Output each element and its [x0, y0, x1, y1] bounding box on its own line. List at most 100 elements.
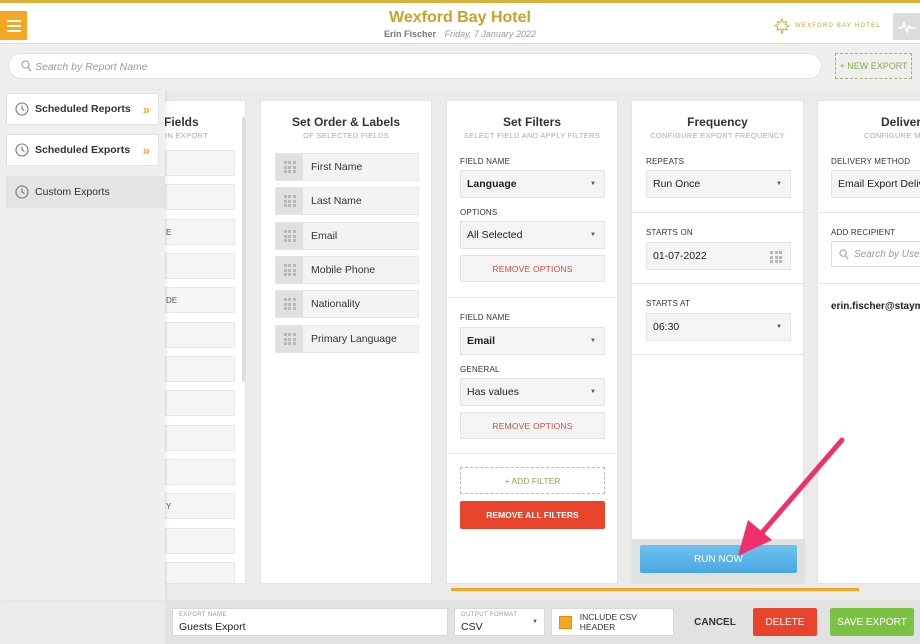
filter-options-label: OPTIONS	[460, 208, 498, 217]
drag-handle-icon[interactable]	[276, 291, 303, 317]
pulse-icon	[897, 20, 916, 33]
field-item[interactable]	[165, 390, 235, 416]
frequency-divider	[632, 283, 803, 284]
order-item[interactable]: Nationality	[275, 290, 419, 318]
include-csv-header-toggle[interactable]: INCLUDE CSV HEADER	[551, 608, 674, 636]
frequency-divider	[632, 212, 803, 213]
delivery-method-select[interactable]: Email Export Deliv	[831, 170, 920, 198]
order-item[interactable]: Mobile Phone	[275, 256, 419, 284]
run-now-button[interactable]: RUN NOW	[640, 545, 797, 573]
select-value: Has values	[467, 386, 519, 398]
delivery-method-label: DELIVERY METHOD	[831, 157, 911, 166]
field-item[interactable]	[165, 459, 235, 485]
field-item[interactable]	[165, 528, 235, 554]
select-value: All Selected	[467, 229, 523, 241]
drag-handle-icon[interactable]	[276, 154, 303, 180]
clock-icon	[15, 143, 29, 157]
starts-on-date-input[interactable]: 01-07-2022	[646, 242, 791, 270]
cancel-button[interactable]: CANCEL	[687, 608, 743, 636]
search-icon	[839, 249, 849, 260]
frequency-subtitle: CONFIGURE EXPORT FREQUENCY	[650, 131, 785, 140]
export-name-field[interactable]: EXPORT NAME Guests Export	[172, 608, 448, 636]
output-format-select[interactable]: OUTPUT FORMAT CSV ▼	[454, 608, 545, 636]
filters-panel: Set Filters SELECT FIELD AND APPLY FILTE…	[446, 100, 618, 584]
order-labels-panel: Set Order & Labels OF SELECTED FIELDS Fi…	[260, 100, 432, 584]
caret-down-icon: ▼	[590, 232, 596, 238]
export-name-caption: EXPORT NAME	[179, 612, 227, 618]
recipient-email[interactable]: erin.fischer@staym	[831, 301, 920, 312]
select-value: Run Once	[653, 178, 701, 190]
drawer-item-scheduled-exports[interactable]: Scheduled Exports »	[6, 134, 159, 166]
calendar-icon[interactable]	[770, 251, 782, 263]
drag-handle-icon[interactable]	[276, 257, 303, 283]
drawer-item-label: Scheduled Exports	[35, 144, 131, 156]
activity-button[interactable]	[893, 13, 920, 40]
filter-field-label: FIELD NAME	[460, 313, 511, 322]
caret-down-icon: ▼	[590, 181, 596, 187]
clock-icon	[15, 185, 29, 199]
scroll-progress-bar[interactable]	[451, 588, 859, 591]
select-value: 06:30	[653, 321, 680, 333]
field-item[interactable]	[165, 425, 235, 451]
delivery-divider	[818, 212, 920, 213]
remove-options-button[interactable]: REMOVE OPTIONS	[460, 412, 605, 439]
order-item-label: First Name	[311, 161, 363, 173]
drawer-item-custom-exports[interactable]: Custom Exports	[6, 176, 165, 208]
filter-field-select[interactable]: Email ▼	[460, 327, 605, 355]
field-item[interactable]: Y	[165, 493, 235, 519]
fields-scrollbar[interactable]	[242, 117, 245, 382]
remove-all-filters-button[interactable]: REMOVE ALL FILTERS	[460, 501, 605, 529]
order-item-label: Mobile Phone	[311, 264, 376, 276]
drag-handle-icon[interactable]	[276, 188, 303, 214]
frequency-title: Frequency	[687, 115, 748, 129]
repeats-select[interactable]: Run Once ▼	[646, 170, 791, 198]
maple-leaf-icon	[774, 18, 790, 34]
select-value: Email	[467, 335, 496, 347]
recipient-search-placeholder: Search by User	[854, 248, 920, 260]
starts-at-select[interactable]: 06:30 ▼	[646, 313, 791, 341]
order-item[interactable]: First Name	[275, 153, 419, 181]
delete-button[interactable]: DELETE	[753, 608, 817, 636]
remove-options-button[interactable]: REMOVE OPTIONS	[460, 255, 605, 282]
report-search-input[interactable]: Search by Report Name	[8, 53, 822, 79]
field-item[interactable]	[165, 356, 235, 382]
caret-down-icon: ▼	[532, 619, 538, 625]
filter-general-select[interactable]: Has values ▼	[460, 378, 605, 406]
drag-handle-icon[interactable]	[276, 223, 303, 249]
field-item[interactable]	[165, 253, 235, 279]
recipient-search-input[interactable]: Search by User	[831, 241, 920, 267]
order-subtitle: OF SELECTED FIELDS	[303, 131, 389, 140]
field-item[interactable]	[165, 150, 235, 176]
field-item[interactable]	[165, 562, 235, 583]
repeats-label: REPEATS	[646, 157, 685, 166]
field-item[interactable]: E	[165, 219, 235, 245]
save-export-button[interactable]: SAVE EXPORT	[830, 608, 914, 636]
caret-down-icon: ▼	[776, 324, 782, 330]
delivery-divider	[818, 283, 920, 284]
caret-down-icon: ▼	[590, 338, 596, 344]
caret-down-icon: ▼	[590, 389, 596, 395]
field-item[interactable]	[165, 184, 235, 210]
filter-field-label: FIELD NAME	[460, 157, 511, 166]
field-item[interactable]	[165, 322, 235, 348]
add-filter-button[interactable]: + ADD FILTER	[460, 467, 605, 494]
filter-divider	[447, 453, 617, 454]
field-item[interactable]: DE	[165, 287, 235, 313]
bottom-action-bar: EXPORT NAME Guests Export OUTPUT FORMAT …	[165, 600, 920, 644]
filter-field-select[interactable]: Language ▼	[460, 170, 605, 198]
order-item[interactable]: Primary Language	[275, 325, 419, 353]
order-title: Set Order & Labels	[291, 115, 401, 129]
drawer-item-scheduled-reports[interactable]: Scheduled Reports »	[6, 93, 159, 125]
delivery-title: Deliver	[881, 115, 920, 129]
logo-text: WEXFORD BAY HOTEL	[795, 23, 881, 29]
add-recipient-label: ADD RECIPIENT	[831, 228, 896, 237]
checkbox-icon[interactable]	[559, 615, 572, 629]
filter-options-select[interactable]: All Selected ▼	[460, 221, 605, 249]
user-name: Erin Fischer	[384, 29, 437, 39]
new-export-button[interactable]: + NEW EXPORT	[835, 53, 912, 79]
order-item[interactable]: Last Name	[275, 187, 419, 215]
order-item[interactable]: Email	[275, 222, 419, 250]
order-item-label: Nationality	[311, 298, 361, 310]
starts-at-label: STARTS AT	[646, 299, 691, 308]
drag-handle-icon[interactable]	[276, 326, 303, 352]
